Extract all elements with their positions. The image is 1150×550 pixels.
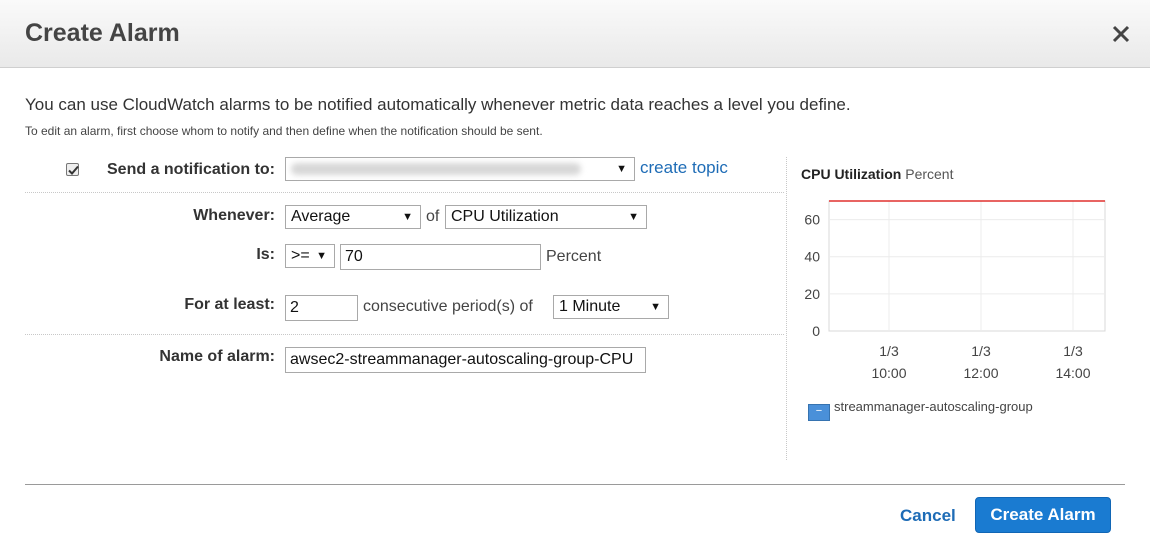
alarm-name-input[interactable]: awsec2-streammanager-autoscaling-group-C… <box>285 347 646 373</box>
period-length-select[interactable]: 1 Minute ▼ <box>553 295 669 319</box>
y-tick-label: 20 <box>804 286 820 302</box>
statistic-value: Average <box>291 208 351 225</box>
dialog-title: Create Alarm <box>25 19 180 47</box>
y-tick-label: 40 <box>804 249 820 265</box>
x-tick-label: 1/3 <box>1063 343 1083 359</box>
x-tick-label: 1/3 <box>879 343 899 359</box>
create-topic-link[interactable]: create topic <box>640 158 728 178</box>
x-tick-label: 14:00 <box>1055 365 1090 381</box>
legend-series-name: streammanager-autoscaling-group <box>834 399 1033 414</box>
row-divider <box>25 192 784 193</box>
is-label: Is: <box>256 246 275 263</box>
operator-select[interactable]: >= ▼ <box>285 244 335 268</box>
row-divider <box>25 334 784 335</box>
intro-text: You can use CloudWatch alarms to be noti… <box>25 95 851 114</box>
close-icon[interactable] <box>1106 18 1136 48</box>
panel-divider <box>786 157 787 460</box>
x-tick-label: 1/3 <box>971 343 991 359</box>
of-label: of <box>426 208 440 225</box>
dialog-header: Create Alarm <box>0 0 1150 68</box>
cpu-chart: 0 20 40 60 1/3 10:00 1/3 12:00 1/3 14:00 <box>804 200 1106 381</box>
chart-unit: Percent <box>905 166 954 182</box>
chevron-down-icon: ▼ <box>650 301 661 313</box>
intro-subtext: To edit an alarm, first choose whom to n… <box>25 124 543 138</box>
period-length-value: 1 Minute <box>559 298 621 315</box>
operator-value: >= <box>291 247 310 264</box>
metric-value: CPU Utilization <box>451 208 559 225</box>
redacted-email <box>291 163 581 175</box>
threshold-input[interactable]: 70 <box>340 244 541 270</box>
legend-swatch-icon[interactable]: − <box>808 404 830 421</box>
notify-topic-select[interactable]: ▼ <box>285 157 635 181</box>
statistic-select[interactable]: Average ▼ <box>285 205 421 229</box>
notify-label: Send a notification to: <box>107 161 275 178</box>
y-tick-label: 60 <box>804 212 820 228</box>
whenever-label: Whenever: <box>193 207 275 224</box>
periods-text: consecutive period(s) of <box>363 298 533 315</box>
threshold-unit: Percent <box>546 248 602 265</box>
footer-divider <box>25 484 1125 485</box>
chevron-down-icon: ▼ <box>616 163 627 175</box>
chevron-down-icon: ▼ <box>628 211 639 223</box>
create-alarm-button[interactable]: Create Alarm <box>975 497 1111 533</box>
chart-title: CPU Utilization Percent <box>801 166 953 182</box>
y-tick-label: 0 <box>812 323 820 339</box>
metric-select[interactable]: CPU Utilization ▼ <box>445 205 647 229</box>
chevron-down-icon: ▼ <box>316 250 327 262</box>
x-tick-label: 10:00 <box>871 365 906 381</box>
periods-input[interactable]: 2 <box>285 295 358 321</box>
chart-metric-name: CPU Utilization <box>801 166 902 182</box>
plot-area <box>828 200 1106 332</box>
cancel-button[interactable]: Cancel <box>900 506 956 526</box>
for-at-least-label: For at least: <box>184 296 275 313</box>
chevron-down-icon: ▼ <box>402 211 413 223</box>
x-tick-label: 12:00 <box>963 365 998 381</box>
alarm-name-label: Name of alarm: <box>159 348 275 365</box>
